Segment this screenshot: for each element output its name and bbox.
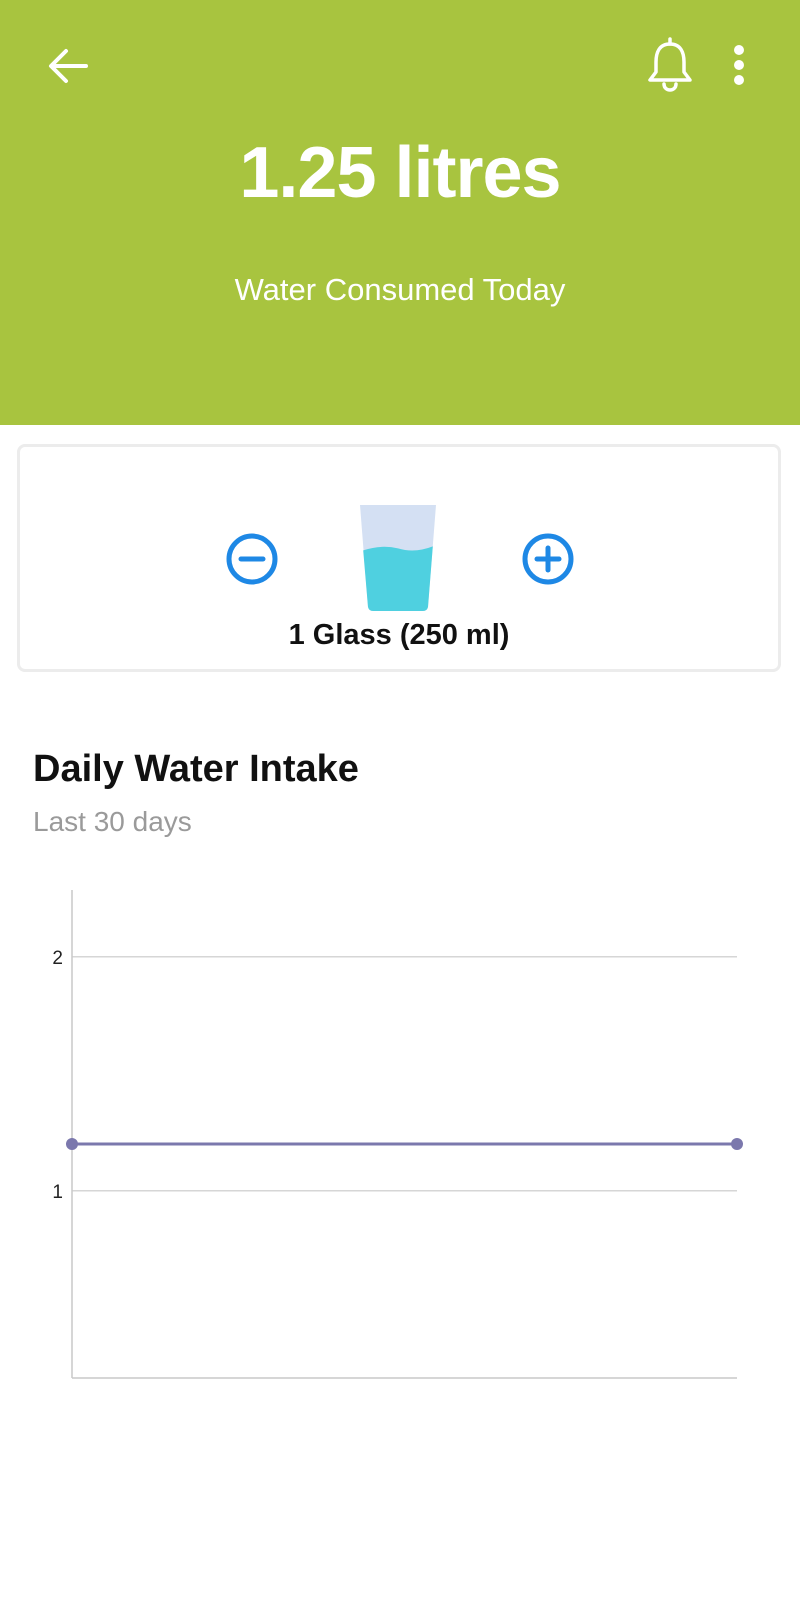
daily-water-intake-chart: 12 (52, 890, 743, 1379)
back-button[interactable] (42, 40, 94, 92)
y-tick-label: 1 (52, 1182, 63, 1203)
glass-card: 1 Glass (250 ml) (17, 444, 781, 672)
total-consumed-value: 1.25 litres (239, 133, 561, 213)
plus-circle-icon[interactable] (522, 533, 574, 585)
data-point (66, 1138, 78, 1150)
glass-size-label: 1 Glass (250 ml) (288, 619, 510, 651)
water-tracker-screen: 1.25 litres Water Consumed Today 1 Glass… (0, 0, 800, 1600)
chart-subtitle: Last 30 days (33, 806, 192, 837)
header: 1.25 litres Water Consumed Today (0, 0, 800, 425)
minus-circle-icon[interactable] (226, 533, 278, 585)
data-point (731, 1138, 743, 1150)
more-options-button[interactable] (722, 40, 756, 90)
water-level (363, 546, 433, 611)
y-tick-label: 2 (52, 948, 63, 969)
notifications-button[interactable] (642, 34, 698, 94)
bell-icon (648, 37, 692, 92)
more-vertical-icon (734, 45, 744, 85)
water-glass-icon (360, 505, 436, 611)
chart-title: Daily Water Intake (33, 748, 359, 790)
arrow-left-icon (49, 49, 88, 83)
total-consumed-caption: Water Consumed Today (234, 272, 566, 307)
